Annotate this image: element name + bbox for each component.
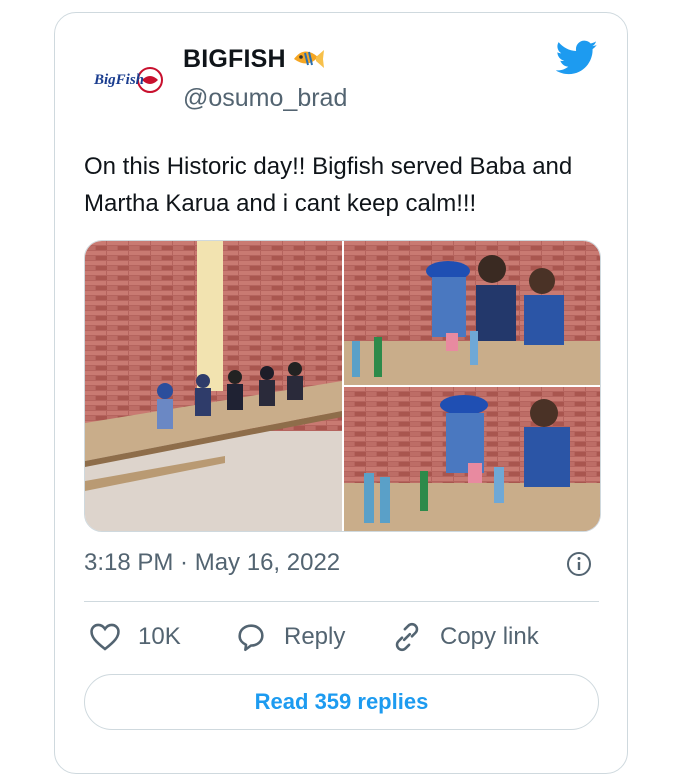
twitter-bird-icon[interactable]: [556, 40, 598, 76]
reply-bubble-icon: [238, 624, 264, 652]
display-name-row[interactable]: BIGFISH: [183, 44, 326, 74]
display-name[interactable]: BIGFISH: [183, 45, 286, 74]
user-handle[interactable]: @osumo_brad: [183, 84, 347, 113]
heart-icon: [90, 623, 120, 651]
restaurant-dining-room-photo[interactable]: [85, 241, 342, 531]
guests-at-table-photo-1[interactable]: [344, 241, 600, 385]
fish-emoji-icon: [293, 50, 324, 68]
copy-link-label: Copy link: [440, 623, 539, 650]
avatar[interactable]: BigFish: [88, 38, 168, 118]
like-button[interactable]: 10K: [88, 620, 181, 654]
media-grid[interactable]: [84, 240, 601, 532]
like-count: 10K: [138, 623, 181, 650]
link-icon: [395, 622, 419, 652]
tweet-timestamp[interactable]: 3:18 PM · May 16, 2022: [84, 549, 340, 577]
reply-button[interactable]: Reply: [234, 620, 345, 654]
svg-text:BigFish: BigFish: [93, 72, 144, 88]
copy-link-button[interactable]: Copy link: [390, 620, 539, 654]
info-icon[interactable]: [566, 551, 592, 577]
read-replies-button[interactable]: Read 359 replies: [84, 674, 599, 730]
tweet-text: On this Historic day!! Bigfish served Ba…: [84, 153, 573, 217]
divider: [84, 601, 599, 602]
reply-label: Reply: [284, 623, 346, 650]
guests-at-table-photo-2[interactable]: [344, 387, 600, 531]
bigfish-logo-icon: BigFish: [93, 67, 163, 93]
